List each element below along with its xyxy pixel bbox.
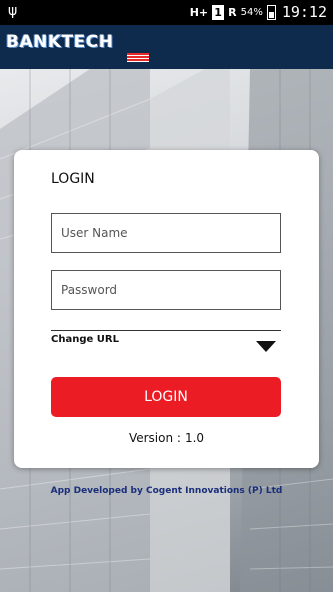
sim-slot-icon: 1 <box>212 4 225 20</box>
version-number: 1.0 <box>184 431 205 445</box>
usb-icon: ψ <box>8 3 18 19</box>
logo-text: BANKTECH <box>6 32 114 52</box>
version-label: Version : <box>128 431 181 445</box>
chevron-down-icon[interactable] <box>256 341 276 352</box>
login-button[interactable]: LOGIN <box>51 377 281 417</box>
login-card: LOGIN User Name Password Change URL LOGI… <box>14 150 319 468</box>
roaming-indicator: R <box>228 5 237 19</box>
status-bar: ψ H+ 1 R 54% 19:12 <box>0 0 333 25</box>
change-url-divider <box>51 330 281 331</box>
battery-percent: 54% <box>240 6 263 18</box>
username-field[interactable]: User Name <box>51 213 281 253</box>
developer-credit: App Developed by Cogent Innovations (P) … <box>50 486 283 496</box>
battery-icon <box>266 4 276 20</box>
network-type: H+ <box>189 5 209 19</box>
logo-flag-icon <box>127 53 149 62</box>
version-info: Version :1.0 <box>14 431 319 445</box>
app-header: BANKTECH <box>0 25 333 69</box>
banktech-logo: BANKTECH <box>6 32 149 62</box>
change-url-label: Change URL <box>51 334 119 345</box>
status-indicators: H+ 1 R 54% 19:12 <box>190 3 327 21</box>
clock: 19:12 <box>281 3 327 21</box>
password-field[interactable]: Password <box>51 270 281 310</box>
login-title: LOGIN <box>51 171 95 187</box>
